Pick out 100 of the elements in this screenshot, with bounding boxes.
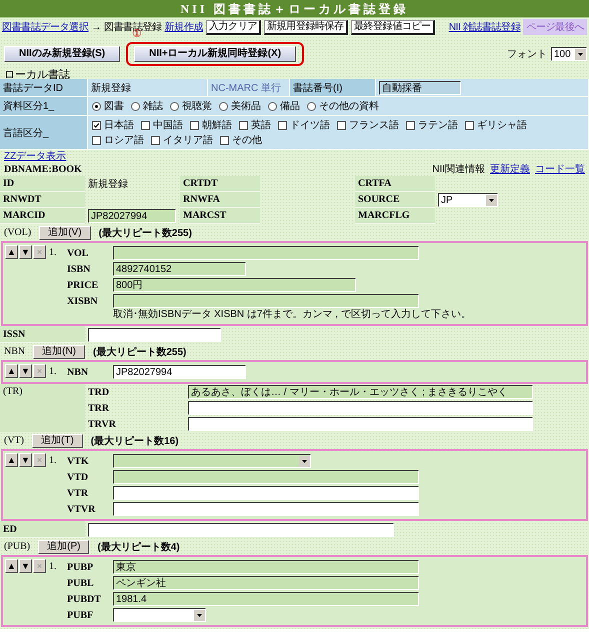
row-label: 資料区分1_ bbox=[0, 97, 88, 115]
radio-label: 雑誌 bbox=[143, 100, 163, 113]
radio-button[interactable] bbox=[307, 102, 316, 110]
serial-register-link[interactable]: NII 雑誌書誌登録 bbox=[448, 20, 520, 34]
field-label: ISSN bbox=[0, 326, 85, 343]
text-field[interactable] bbox=[113, 486, 419, 500]
entry-number: 1. bbox=[49, 365, 58, 377]
row-label: 言語区分_ bbox=[0, 116, 88, 149]
toolbar-button[interactable]: 入力クリア bbox=[206, 20, 262, 34]
text-field[interactable] bbox=[88, 328, 221, 342]
checkbox[interactable] bbox=[465, 120, 474, 130]
field-label: PUBDT bbox=[67, 594, 102, 604]
add-button[interactable]: 追加(P) bbox=[38, 540, 90, 554]
radio-button[interactable] bbox=[131, 102, 140, 110]
dropdown-field[interactable] bbox=[113, 454, 311, 468]
caret-icon bbox=[299, 456, 310, 466]
move-down-button[interactable]: ▼ bbox=[19, 364, 32, 378]
section-label: (VOL) bbox=[4, 227, 32, 238]
field-label: PUBP bbox=[67, 562, 94, 572]
record-number-field[interactable]: 自動採番 bbox=[379, 80, 461, 94]
move-down-button[interactable]: ▼ bbox=[19, 559, 32, 573]
row-label: 書誌データID bbox=[0, 79, 88, 96]
field-label: CRTFA bbox=[355, 176, 435, 192]
radio-button[interactable] bbox=[170, 102, 179, 110]
radio-label: 備品 bbox=[280, 100, 300, 113]
caret-icon bbox=[486, 194, 497, 206]
checkbox-label: イタリア語 bbox=[163, 134, 213, 147]
add-button[interactable]: 追加(V) bbox=[39, 226, 91, 240]
field-label: MARCID bbox=[0, 208, 85, 224]
text-field[interactable] bbox=[188, 417, 533, 431]
section-label: (PUB) bbox=[4, 541, 30, 552]
add-button[interactable]: 追加(T) bbox=[32, 434, 83, 448]
text-field[interactable]: ペンギン社 bbox=[113, 576, 419, 590]
text-field[interactable]: あるあさ、ぼくは… / マリー・ホール・エッツさく ; まさきるりこやく bbox=[188, 385, 533, 399]
zz-data-link[interactable]: ZZデータ表示 bbox=[0, 150, 589, 162]
repeat-limit: (最大リピート数255) bbox=[98, 226, 192, 240]
toolbar-button[interactable]: 新規用登録時保存 bbox=[264, 20, 348, 34]
move-up-button[interactable]: ▲ bbox=[5, 453, 18, 467]
text-field[interactable]: JP82027994 bbox=[88, 209, 176, 223]
checkbox[interactable] bbox=[92, 136, 101, 144]
checkbox[interactable] bbox=[141, 120, 150, 130]
radio-label: 美術品 bbox=[231, 100, 261, 113]
field-label: VTD bbox=[67, 472, 90, 482]
move-up-button[interactable]: ▲ bbox=[5, 245, 18, 259]
field-label: VTK bbox=[67, 456, 90, 466]
register-button[interactable]: NII+ローカル新規同時登録(X) bbox=[126, 42, 304, 66]
text-field[interactable] bbox=[113, 502, 419, 516]
add-button[interactable]: 追加(N) bbox=[33, 344, 86, 358]
checkbox[interactable] bbox=[278, 120, 287, 130]
field-label: NBN bbox=[67, 366, 90, 378]
field-label: RNWDT bbox=[0, 192, 85, 208]
source-select[interactable]: JP bbox=[438, 193, 498, 207]
field-label: TRR bbox=[87, 402, 110, 416]
checkbox-label: フランス語 bbox=[349, 118, 399, 132]
checkbox[interactable] bbox=[190, 120, 199, 130]
dropdown-field[interactable] bbox=[113, 608, 206, 622]
checkbox[interactable] bbox=[220, 136, 229, 144]
text-field[interactable] bbox=[113, 294, 419, 308]
radio-button[interactable] bbox=[268, 102, 277, 110]
toolbar-button[interactable]: 最終登録値コピー bbox=[350, 20, 435, 34]
checkbox-label: 朝鮮語 bbox=[202, 118, 232, 132]
move-down-button[interactable]: ▼ bbox=[19, 453, 32, 467]
database-name: DBNAME:BOOK bbox=[4, 164, 82, 174]
info-label: NII関連情報 bbox=[432, 162, 485, 176]
checkbox[interactable] bbox=[406, 120, 415, 130]
page-title: NII 図書書誌＋ローカル書誌登録 bbox=[180, 2, 408, 16]
font-size-select[interactable]: 100 bbox=[551, 47, 587, 61]
checkbox[interactable] bbox=[151, 136, 160, 144]
field-label: VOL bbox=[67, 248, 90, 258]
section-label: NBN bbox=[4, 346, 26, 357]
checkbox-label: その他 bbox=[232, 134, 262, 147]
field-label: ID bbox=[0, 176, 85, 192]
checkbox[interactable] bbox=[239, 120, 248, 130]
text-field[interactable]: 1981.4 bbox=[113, 592, 419, 606]
field-label: CRTDT bbox=[180, 176, 260, 192]
text-field[interactable]: 800円 bbox=[113, 278, 356, 292]
text-field[interactable] bbox=[113, 246, 419, 260]
checkbox-label: 日本語 bbox=[104, 118, 134, 132]
checkbox-label: ギリシャ語 bbox=[477, 118, 527, 132]
move-up-button[interactable]: ▲ bbox=[5, 559, 18, 573]
record-link[interactable]: 更新定義 bbox=[490, 162, 530, 176]
breadcrumb-link[interactable]: 図書書誌データ選択 bbox=[2, 20, 88, 34]
entry-number: 1. bbox=[49, 560, 58, 572]
text-field[interactable]: 4892740152 bbox=[113, 262, 246, 276]
radio-button[interactable] bbox=[92, 102, 101, 110]
move-up-button[interactable]: ▲ bbox=[5, 364, 18, 378]
record-link[interactable]: コード一覧 bbox=[535, 162, 585, 176]
checkbox[interactable] bbox=[337, 120, 346, 130]
new-record-link[interactable]: 新規作成 bbox=[164, 20, 204, 34]
text-field[interactable] bbox=[188, 401, 533, 415]
checkbox-label: 英語 bbox=[251, 118, 271, 132]
radio-button[interactable] bbox=[219, 102, 228, 110]
text-field[interactable]: JP82027994 bbox=[113, 365, 246, 379]
text-field[interactable] bbox=[88, 522, 394, 536]
move-down-button[interactable]: ▼ bbox=[19, 245, 32, 259]
breadcrumb-arrow: → bbox=[91, 22, 102, 32]
checkbox[interactable] bbox=[92, 120, 101, 130]
entry-number: 1. bbox=[49, 454, 58, 466]
text-field[interactable] bbox=[113, 470, 419, 484]
text-field[interactable]: 東京 bbox=[113, 560, 419, 574]
